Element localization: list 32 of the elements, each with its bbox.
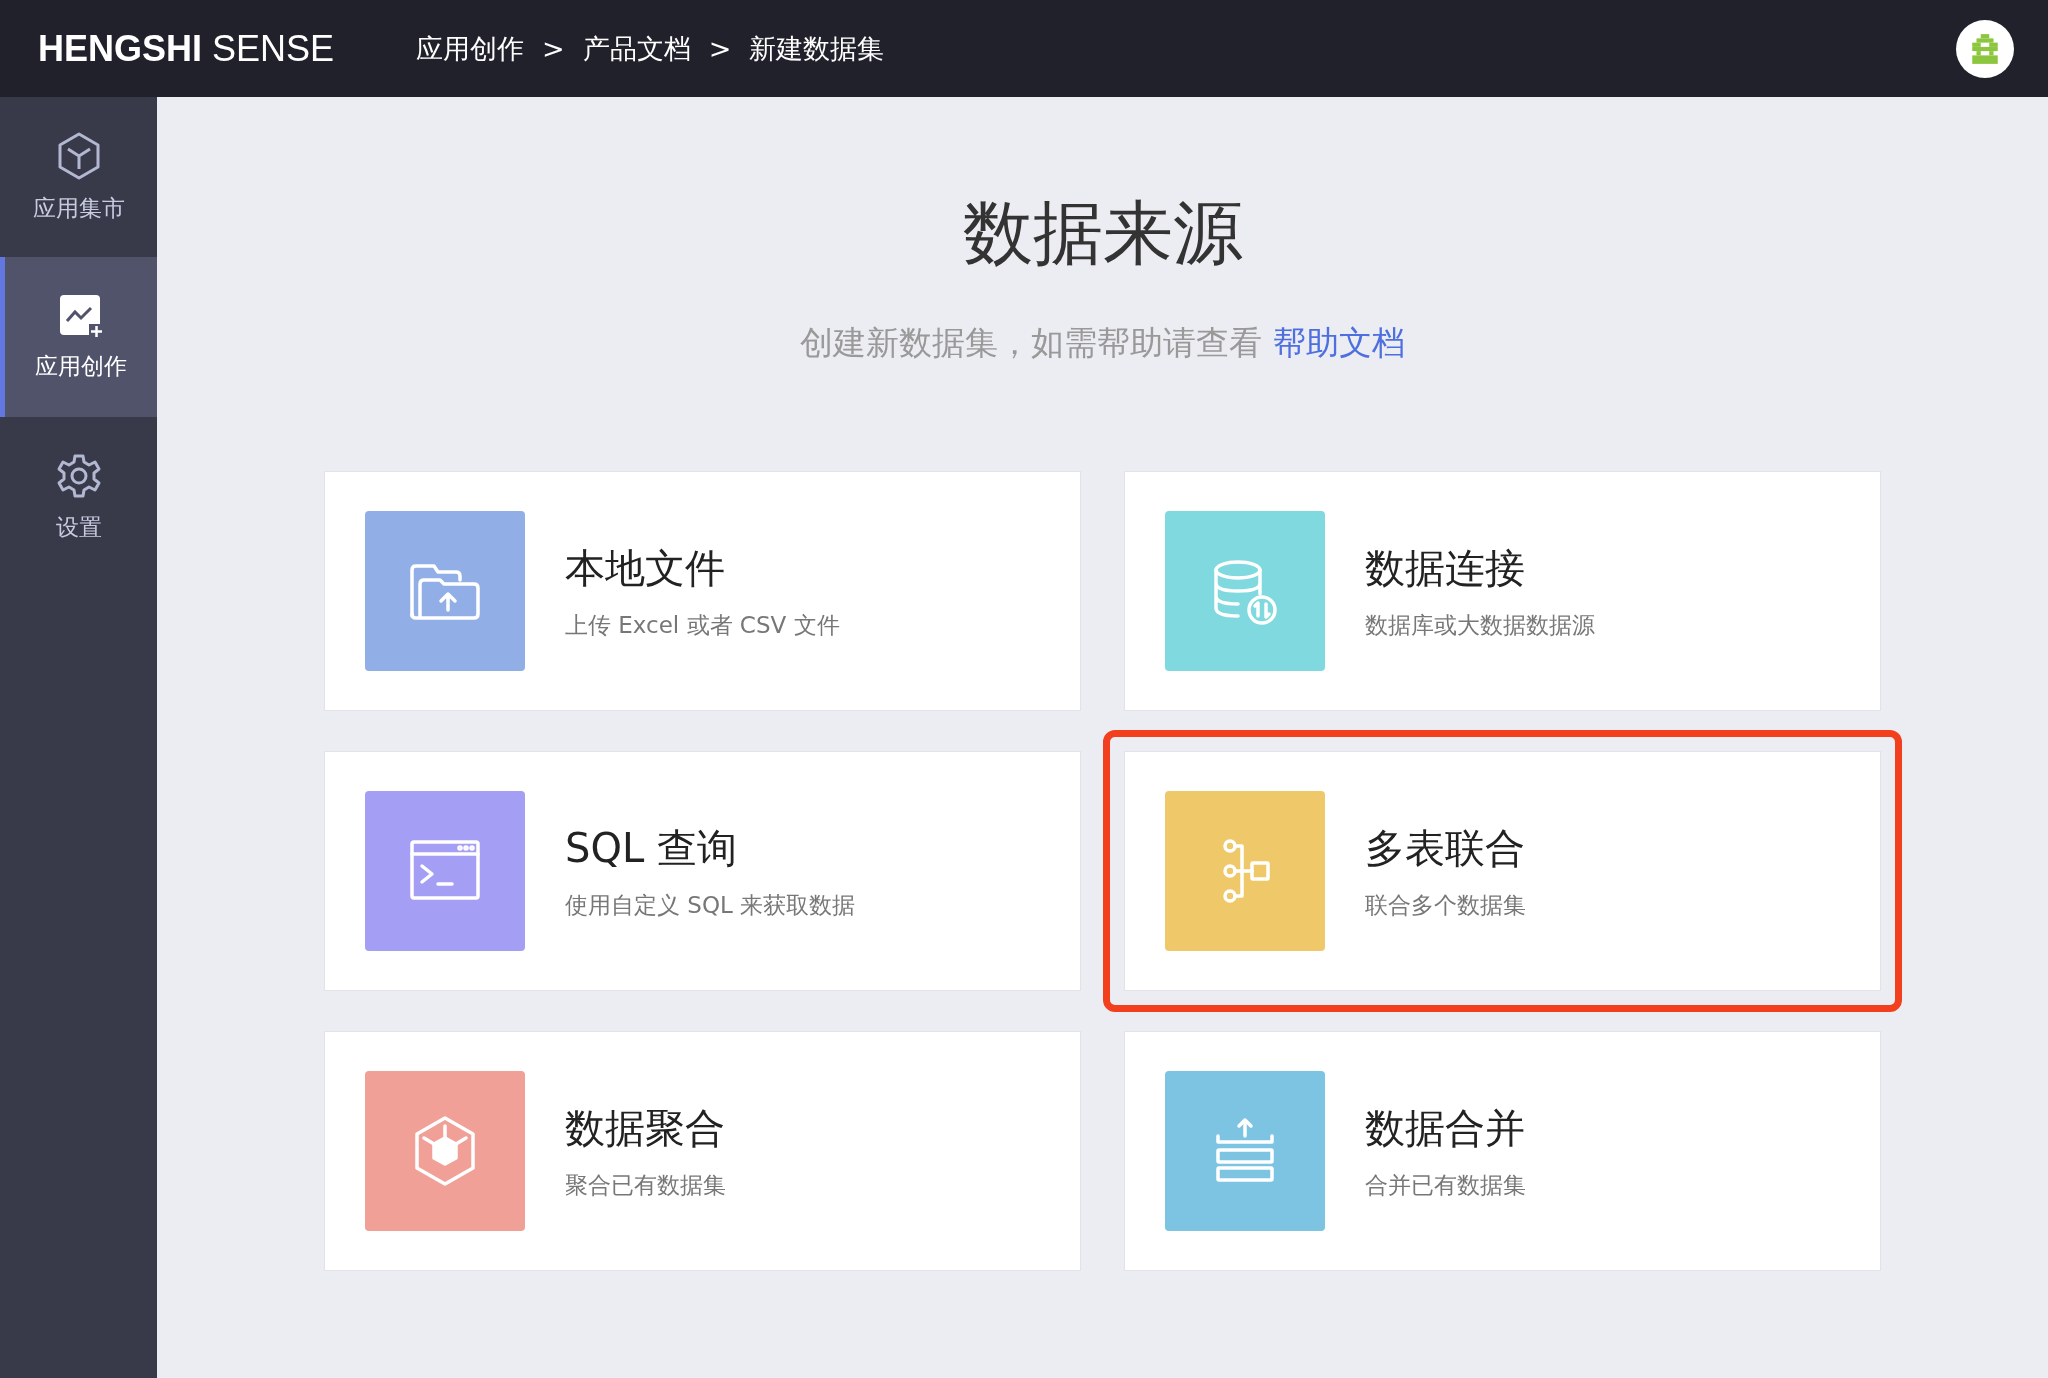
card-title: 数据聚合 (565, 1104, 726, 1153)
breadcrumb-link[interactable]: 新建数据集 (749, 30, 885, 67)
card-description: 使用自定义 SQL 来获取数据 (565, 891, 856, 920)
avatar[interactable] (1956, 19, 2014, 78)
breadcrumb-link[interactable]: 产品文档 (582, 30, 691, 67)
card-description: 合并已有数据集 (1365, 1171, 1526, 1200)
sidebar-item[interactable]: 设置 (0, 417, 157, 577)
source-card[interactable]: 数据聚合 聚合已有数据集 (324, 1031, 1081, 1271)
card-title: 数据合并 (1365, 1104, 1526, 1153)
sidebar-item[interactable]: 应用创作 (0, 257, 157, 417)
source-card[interactable]: 本地文件 上传 Excel 或者 CSV 文件 (324, 471, 1081, 711)
sidebar-item[interactable]: 应用集市 (0, 97, 157, 257)
card-title: 多表联合 (1365, 824, 1526, 873)
card-description: 聚合已有数据集 (565, 1171, 726, 1200)
card-description: 数据库或大数据数据源 (1365, 611, 1595, 640)
source-card[interactable]: 数据合并 合并已有数据集 (1124, 1031, 1881, 1271)
help-link[interactable]: 帮助文档 (1272, 323, 1405, 362)
card-description: 联合多个数据集 (1365, 891, 1526, 920)
breadcrumb-separator: > (542, 33, 565, 64)
source-card[interactable]: SQL 查询 使用自定义 SQL 来获取数据 (324, 751, 1081, 991)
breadcrumb-separator: > (708, 33, 732, 64)
card-description: 上传 Excel 或者 CSV 文件 (565, 611, 840, 640)
card-title: SQL 查询 (565, 824, 738, 873)
subtitle: 创建新数据集，如需帮助请查看 (800, 323, 1263, 362)
card-title: 本地文件 (565, 544, 726, 593)
source-card[interactable]: 数据连接 数据库或大数据数据源 (1124, 471, 1881, 711)
breadcrumb-link[interactable]: 应用创作 (416, 30, 524, 67)
source-card[interactable]: 多表联合 联合多个数据集 (1124, 751, 1881, 991)
brand-logo: HENGSHI SENSE (38, 27, 336, 70)
card-title: 数据连接 (1365, 544, 1526, 593)
chart-add-icon (58, 292, 104, 339)
page-title: 数据来源 (962, 191, 1243, 276)
